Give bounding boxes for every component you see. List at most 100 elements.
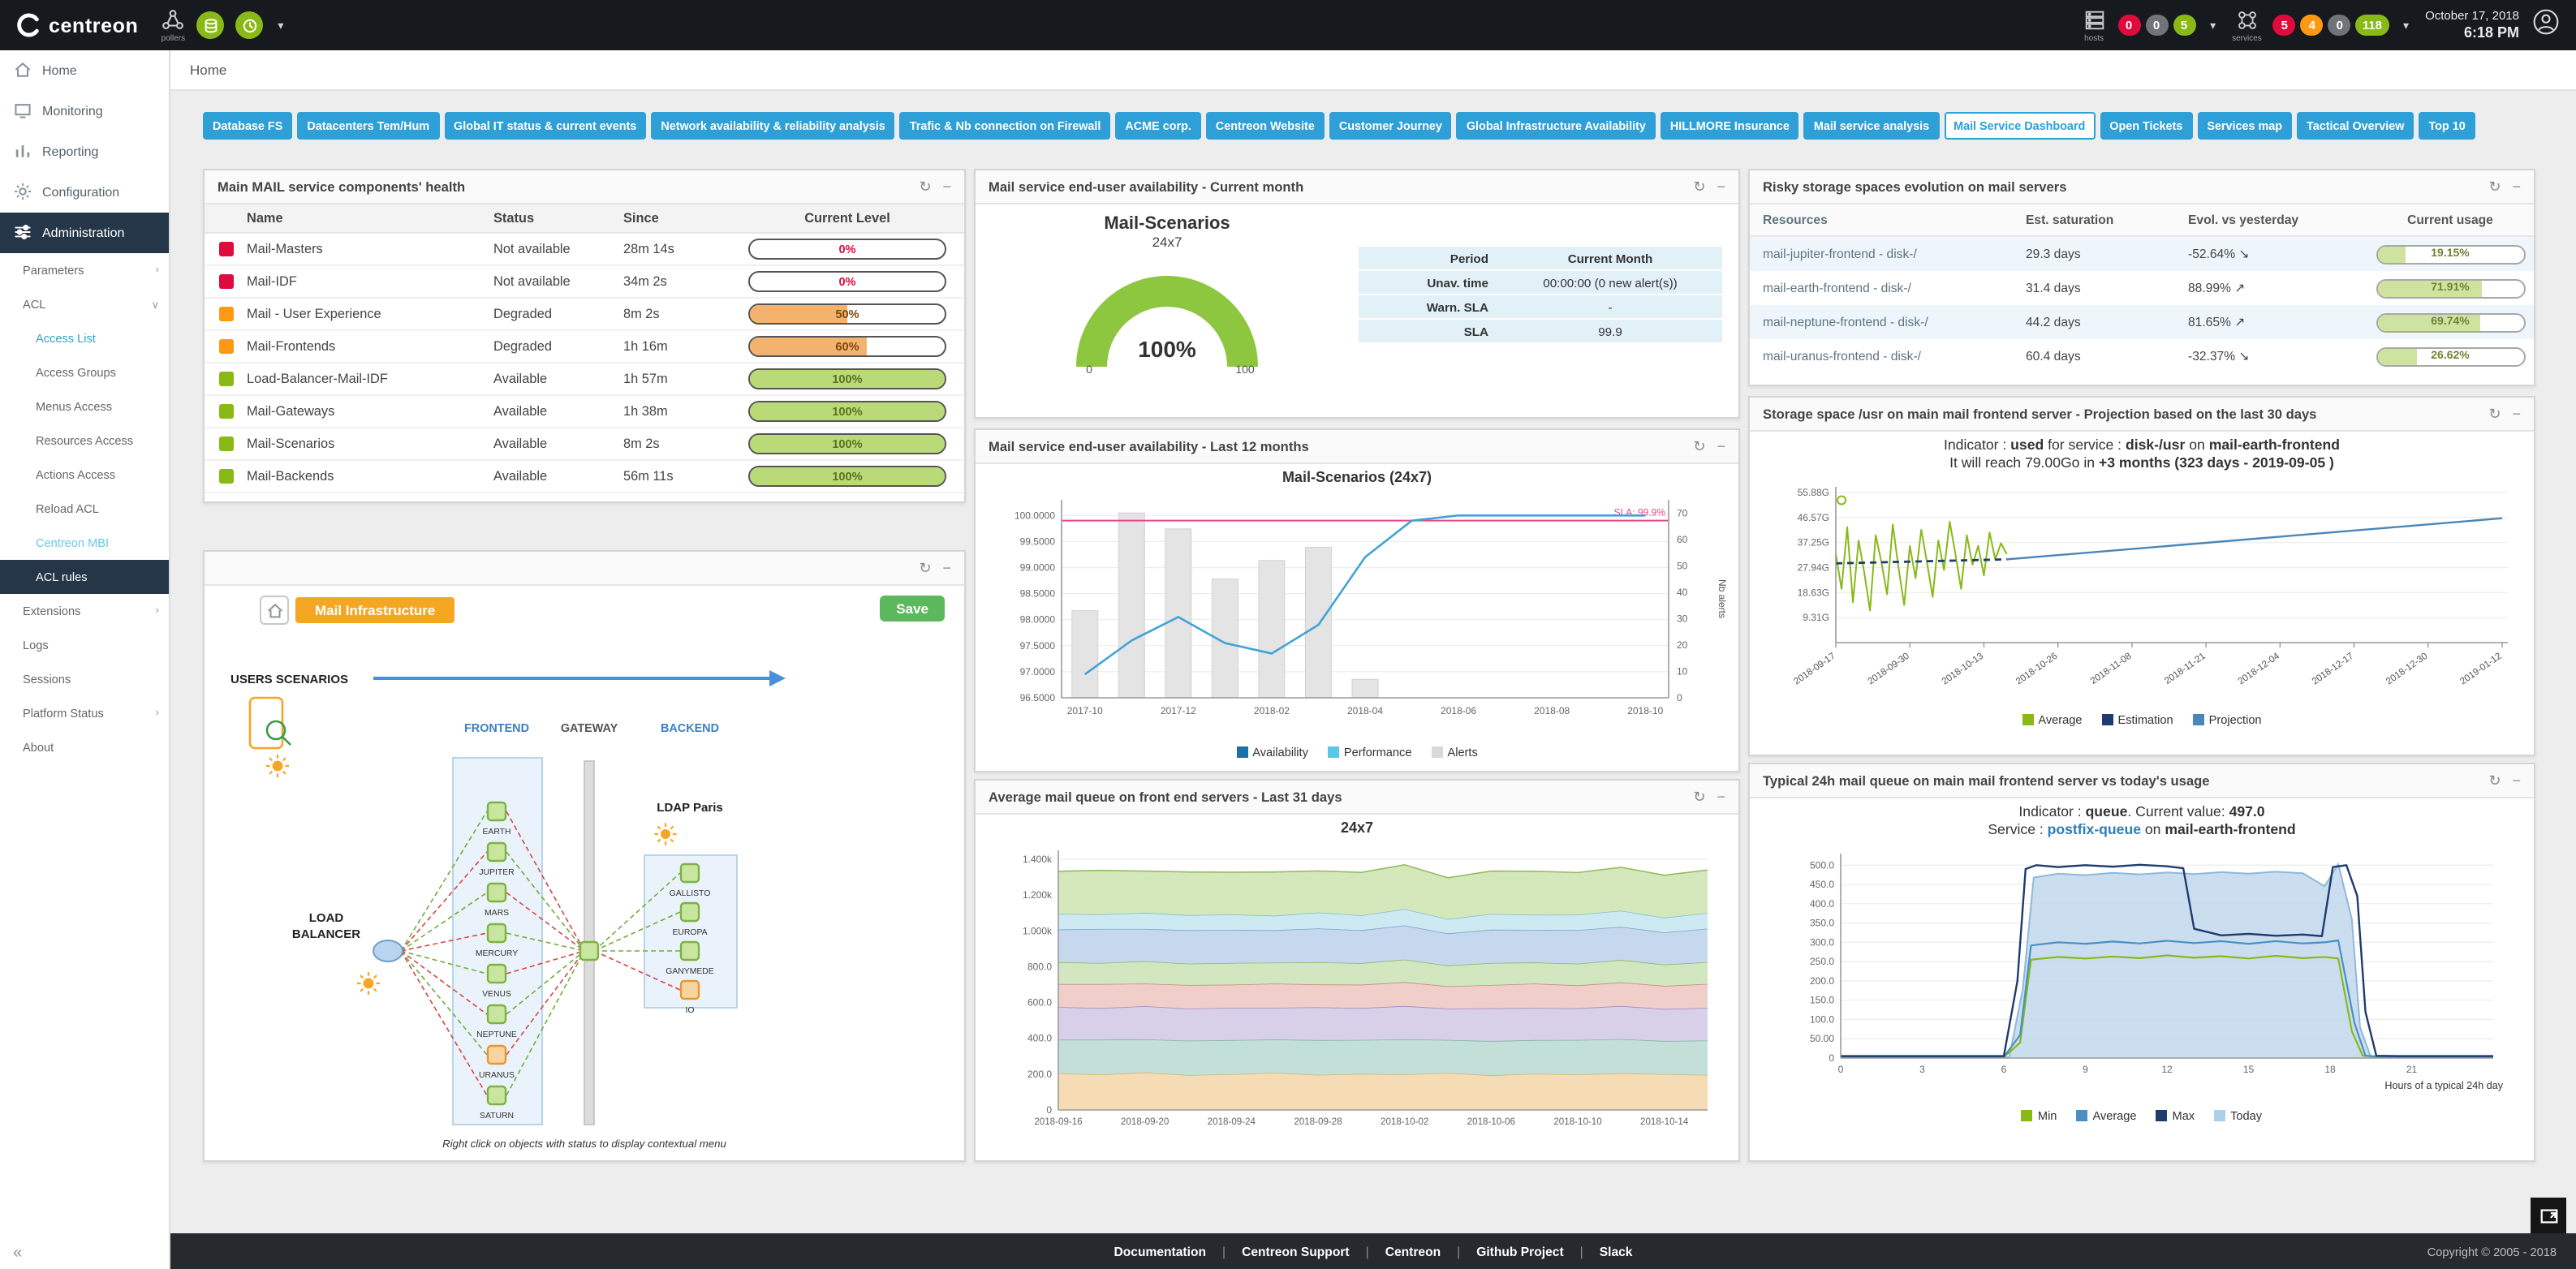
collapse-icon[interactable]: −: [2512, 407, 2521, 421]
sidebar-subitem-extensions[interactable]: Extensions›: [0, 594, 169, 628]
tab-database-fs[interactable]: Database FS: [203, 112, 292, 140]
sidebar-subitem-access-groups[interactable]: Access Groups: [0, 355, 169, 389]
footer-link-github-project[interactable]: Github Project: [1476, 1244, 1563, 1258]
sidebar-subitem-acl-rules[interactable]: ACL rules: [0, 560, 169, 594]
refresh-icon[interactable]: ↻: [1693, 179, 1705, 194]
sidebar-item-monitoring[interactable]: Monitoring: [0, 91, 169, 131]
save-button[interactable]: Save: [880, 596, 945, 622]
svg-text:50: 50: [1677, 560, 1688, 571]
infrastructure-diagram[interactable]: USERS SCENARIOSFRONTENDGATEWAYBACKENDLDA…: [205, 552, 964, 1160]
sidebar-subitem-centreon-mbi[interactable]: Centreon MBI: [0, 526, 169, 560]
legend-item-min: Min: [2022, 1108, 2057, 1123]
tab-customer-journey[interactable]: Customer Journey: [1329, 112, 1452, 140]
refresh-icon[interactable]: ↻: [2488, 773, 2501, 788]
fullscreen-toggle-button[interactable]: [2531, 1198, 2566, 1233]
tab-open-tickets[interactable]: Open Tickets: [2100, 112, 2192, 140]
pollers-chevron-down-icon[interactable]: ▾: [278, 19, 283, 32]
collapse-icon[interactable]: −: [1717, 789, 1725, 804]
collapse-icon[interactable]: −: [1717, 439, 1725, 454]
sidebar-subitem-sessions[interactable]: Sessions: [0, 662, 169, 696]
sidebar-item-administration[interactable]: Administration: [0, 213, 169, 253]
tab-global-infrastructure-availability[interactable]: Global Infrastructure Availability: [1457, 112, 1656, 140]
footer-link-slack[interactable]: Slack: [1600, 1244, 1633, 1258]
collapse-icon[interactable]: −: [1717, 179, 1725, 194]
sidebar-subitem-access-list[interactable]: Access List: [0, 321, 169, 355]
footer-link-centreon[interactable]: Centreon: [1385, 1244, 1441, 1258]
infra-map-title-badge[interactable]: Mail Infrastructure: [295, 597, 454, 623]
tab-trafic-nb-connection-on-firewall[interactable]: Trafic & Nb connection on Firewall: [900, 112, 1111, 140]
latency-status-icon[interactable]: [235, 11, 263, 39]
tab-tactical-overview[interactable]: Tactical Overview: [2297, 112, 2414, 140]
chevron-icon: ›: [156, 605, 162, 617]
status-cell: [205, 437, 247, 451]
sidebar-subitem-about[interactable]: About: [0, 730, 169, 764]
services-badge-1[interactable]: 4: [2301, 15, 2324, 36]
resource-name[interactable]: mail-uranus-frontend - disk-/: [1750, 349, 2026, 363]
hosts-badge-2[interactable]: 5: [2173, 15, 2195, 36]
services-badge-2[interactable]: 0: [2328, 15, 2351, 36]
infra-home-icon[interactable]: [260, 596, 289, 625]
tab-mail-service-dashboard[interactable]: Mail Service Dashboard: [1944, 112, 2095, 140]
level-bar: 100%: [748, 433, 946, 454]
refresh-icon[interactable]: ↻: [2488, 407, 2501, 421]
col-current-usage: Current usage: [2367, 213, 2534, 227]
sidebar-subitem-menus-access[interactable]: Menus Access: [0, 389, 169, 424]
services-icon[interactable]: services: [2232, 7, 2262, 43]
sidebar-subitem-platform-status[interactable]: Platform Status›: [0, 696, 169, 730]
status-square-icon: [218, 404, 233, 419]
tab-top-10[interactable]: Top 10: [2419, 112, 2475, 140]
user-avatar-icon[interactable]: [2532, 7, 2560, 43]
refresh-icon[interactable]: ↻: [1693, 439, 1705, 454]
tab-services-map[interactable]: Services map: [2197, 112, 2292, 140]
hosts-chevron-down-icon[interactable]: ▾: [2210, 19, 2216, 32]
hosts-status-group: hosts 005 ▾: [2082, 7, 2219, 43]
resource-name[interactable]: mail-earth-frontend - disk-/: [1750, 281, 2026, 295]
hosts-badge-1[interactable]: 0: [2145, 15, 2168, 36]
refresh-icon[interactable]: ↻: [2488, 179, 2501, 194]
sidebar-subitem-actions-access[interactable]: Actions Access: [0, 458, 169, 492]
component-since: 8m 2s: [623, 307, 730, 321]
legend-label: Today: [2230, 1108, 2262, 1123]
collapse-icon[interactable]: −: [2512, 773, 2521, 788]
pollers-icon[interactable]: pollers: [161, 7, 185, 43]
tab-global-it-status-current-events[interactable]: Global IT status & current events: [444, 112, 646, 140]
panel-title: Risky storage spaces evolution on mail s…: [1763, 179, 2066, 195]
level-bar-label: 100%: [750, 370, 945, 388]
tab-mail-service-analysis[interactable]: Mail service analysis: [1804, 112, 1939, 140]
collapse-icon[interactable]: −: [942, 179, 951, 194]
panel-storage-projection: Storage space /usr on main mail frontend…: [1748, 396, 2535, 756]
refresh-icon[interactable]: ↻: [919, 179, 931, 194]
services-badge-0[interactable]: 5: [2273, 15, 2296, 36]
sidebar-collapse-button[interactable]: «: [13, 1245, 22, 1263]
services-badge-3[interactable]: 118: [2356, 15, 2389, 36]
availability-chart: 100.000099.500099.000098.500098.000097.5…: [976, 487, 1738, 742]
tab-centreon-website[interactable]: Centreon Website: [1206, 112, 1325, 140]
sidebar-subitem-logs[interactable]: Logs: [0, 628, 169, 662]
tab-hillmore-insurance[interactable]: HILLMORE Insurance: [1661, 112, 1799, 140]
sidebar-subitem-reload-acl[interactable]: Reload ACL: [0, 492, 169, 526]
info-value: Current Month: [1498, 247, 1722, 269]
centreon-logo[interactable]: centreon: [0, 13, 161, 37]
resource-name[interactable]: mail-neptune-frontend - disk-/: [1750, 315, 2026, 329]
sidebar-subitem-resources-access[interactable]: Resources Access: [0, 424, 169, 458]
tab-datacenters-tem-hum[interactable]: Datacenters Tem/Hum: [297, 112, 439, 140]
hosts-icon[interactable]: hosts: [2082, 7, 2106, 43]
tab-network-availability-reliability-analysis[interactable]: Network availability & reliability analy…: [651, 112, 894, 140]
sidebar-item-home[interactable]: Home: [0, 50, 169, 91]
sidebar-subitem-parameters[interactable]: Parameters›: [0, 253, 169, 287]
centreon-c-icon: [16, 13, 41, 37]
poller-status-group: pollers ▾: [161, 7, 286, 43]
sidebar-item-reporting[interactable]: Reporting: [0, 131, 169, 172]
services-chevron-down-icon[interactable]: ▾: [2403, 19, 2409, 32]
collapse-icon[interactable]: −: [2512, 179, 2521, 194]
refresh-icon[interactable]: ↻: [1693, 789, 1705, 804]
tab-acme-corp[interactable]: ACME corp.: [1115, 112, 1200, 140]
breadcrumb-home-link[interactable]: Home: [190, 62, 226, 78]
database-status-icon[interactable]: [196, 11, 224, 39]
resource-name[interactable]: mail-jupiter-frontend - disk-/: [1750, 247, 2026, 261]
footer-link-centreon-support[interactable]: Centreon Support: [1242, 1244, 1350, 1258]
footer-link-documentation[interactable]: Documentation: [1114, 1244, 1207, 1258]
hosts-badge-0[interactable]: 0: [2117, 15, 2140, 36]
sidebar-item-configuration[interactable]: Configuration: [0, 172, 169, 213]
sidebar-subitem-acl[interactable]: ACL∨: [0, 287, 169, 321]
